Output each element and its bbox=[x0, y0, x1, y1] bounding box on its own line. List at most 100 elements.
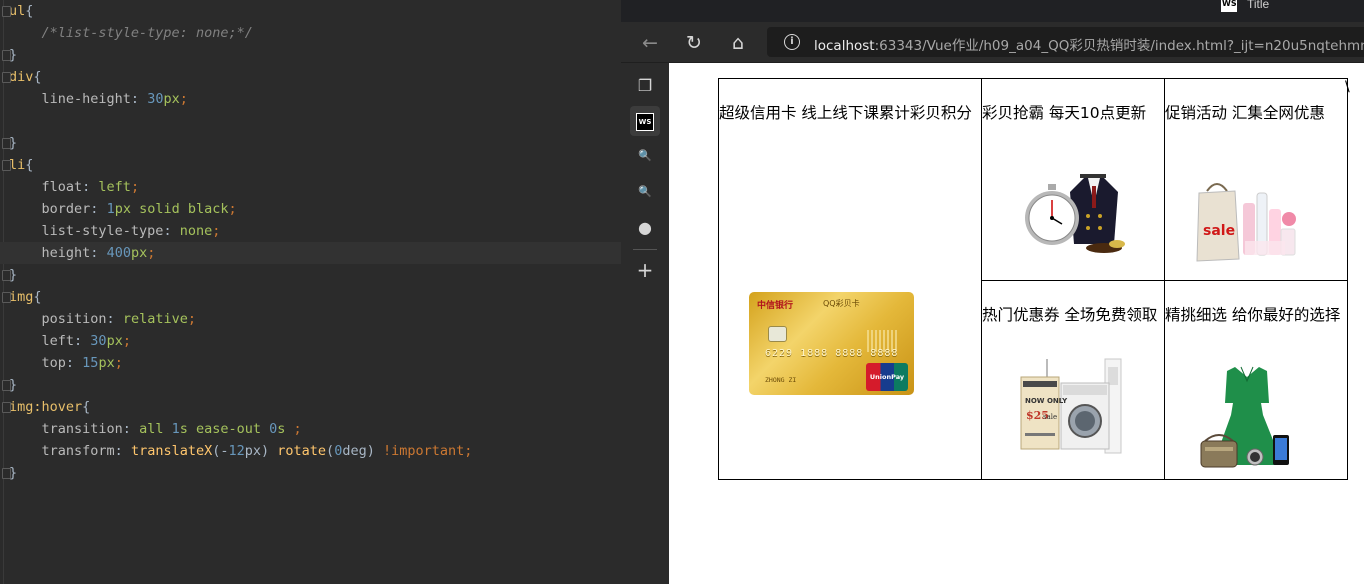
promo-cell-coupons[interactable]: 热门优惠券 全场免费领取 NOW ONLY $25 sale bbox=[981, 280, 1165, 480]
code-token: { bbox=[25, 3, 34, 19]
webstorm-sidebar-button[interactable]: WS bbox=[630, 106, 660, 136]
code-token: : bbox=[82, 179, 99, 195]
code-token: /*list-style-type: none;*/ bbox=[41, 25, 253, 41]
promo-cell-selection[interactable]: 精挑细选 给你最好的选择 bbox=[1164, 280, 1348, 480]
code-token: list-style-type bbox=[41, 223, 164, 239]
fold-marker-icon[interactable] bbox=[2, 292, 11, 303]
fold-marker-icon[interactable] bbox=[2, 6, 11, 17]
fold-marker-icon[interactable] bbox=[2, 402, 11, 413]
code-line[interactable]: /*list-style-type: none;*/ bbox=[9, 22, 253, 44]
sidebar-divider bbox=[633, 249, 657, 250]
code-token: float bbox=[41, 179, 83, 195]
code-token: : bbox=[65, 355, 83, 371]
promo-caption: 精挑细选 给你最好的选择 bbox=[1165, 306, 1341, 324]
code-line[interactable]: float: left; bbox=[9, 176, 140, 198]
search-icon[interactable]: 🔍 bbox=[630, 141, 660, 171]
code-token: div bbox=[9, 69, 34, 85]
promo-cell-promotions[interactable]: 促销活动 汇集全网优惠 sale bbox=[1164, 78, 1348, 281]
code-token: { bbox=[33, 289, 42, 305]
code-line[interactable]: div{ bbox=[9, 66, 42, 88]
code-token: li bbox=[9, 157, 26, 173]
code-token: none bbox=[179, 223, 213, 239]
url-path: :63343/Vue作业/h09_a04_QQ彩贝热销时装/index.html… bbox=[874, 38, 1364, 54]
fold-marker-icon[interactable] bbox=[2, 72, 11, 83]
back-arrow-icon[interactable]: ← bbox=[637, 30, 663, 56]
code-token: transform bbox=[41, 443, 115, 459]
code-token: 400 bbox=[106, 245, 131, 261]
code-token: line-height bbox=[41, 91, 131, 107]
page-viewport: 超级信用卡 线上线下课累计彩贝积分 中信银行 QQ彩贝卡 6229 1888 8… bbox=[669, 63, 1364, 584]
code-line[interactable]: top: 15px; bbox=[9, 352, 123, 374]
code-token: : bbox=[130, 91, 148, 107]
url-text[interactable]: localhost:63343/Vue作业/h09_a04_QQ彩贝热销时装/i… bbox=[814, 34, 1364, 54]
code-editor[interactable]: ul{ /*list-style-type: none;*/} div{ line… bbox=[0, 0, 621, 584]
search-alt-icon[interactable]: 🔍 bbox=[630, 177, 660, 207]
code-line[interactable]: ul{ bbox=[9, 0, 33, 22]
code-line[interactable]: left: 30px; bbox=[9, 330, 131, 352]
fold-marker-icon[interactable] bbox=[2, 138, 11, 149]
code-token: : bbox=[90, 201, 107, 217]
code-token: height bbox=[41, 245, 91, 261]
credit-card-image[interactable]: 中信银行 QQ彩贝卡 6229 1888 8888 8888 ZHONG ZI … bbox=[749, 292, 914, 409]
address-bar[interactable]: i localhost:63343/Vue作业/h09_a04_QQ彩贝热销时装… bbox=[767, 27, 1364, 57]
code-token: { bbox=[82, 399, 91, 415]
fold-marker-icon[interactable] bbox=[2, 380, 11, 391]
code-token: ; bbox=[464, 443, 473, 459]
code-line[interactable]: li{ bbox=[9, 154, 33, 176]
code-token: : bbox=[106, 311, 123, 327]
code-token: 30 bbox=[147, 91, 164, 107]
code-token: !important bbox=[382, 443, 465, 459]
code-token: relative bbox=[122, 311, 188, 327]
code-token: ; bbox=[114, 355, 123, 371]
home-icon[interactable]: ⌂ bbox=[725, 30, 751, 56]
tabs-icon[interactable]: ❐ bbox=[630, 71, 660, 101]
fold-marker-icon[interactable] bbox=[2, 270, 11, 281]
code-token: : bbox=[90, 245, 107, 261]
code-line[interactable]: line-height: 30px; bbox=[9, 88, 188, 110]
fold-marker-icon[interactable] bbox=[2, 160, 11, 171]
code-line[interactable]: position: relative; bbox=[9, 308, 196, 330]
github-icon[interactable]: ● bbox=[630, 213, 660, 243]
promo-caption: 热门优惠券 全场免费领取 bbox=[982, 306, 1158, 324]
url-host: localhost bbox=[814, 38, 875, 54]
svg-text:sale: sale bbox=[1203, 223, 1235, 239]
appliances-image[interactable]: NOW ONLY $25 sale bbox=[1017, 357, 1127, 457]
sale-bag-cosmetics-image[interactable]: sale bbox=[1195, 179, 1305, 264]
stopwatch-suit-image[interactable] bbox=[1022, 174, 1132, 259]
code-line[interactable]: transition: all 1s ease-out 0s ; bbox=[9, 418, 302, 440]
fold-marker-icon[interactable] bbox=[2, 468, 11, 479]
code-token: px bbox=[163, 91, 180, 107]
code-line[interactable]: height: 400px; bbox=[0, 242, 621, 264]
code-token: ; bbox=[187, 311, 196, 327]
code-token: 12 bbox=[228, 443, 245, 459]
add-icon[interactable]: + bbox=[630, 255, 660, 285]
svg-text:NOW ONLY: NOW ONLY bbox=[1025, 397, 1068, 405]
green-dress-image[interactable] bbox=[1195, 363, 1295, 473]
fold-marker-icon[interactable] bbox=[2, 50, 11, 61]
info-icon[interactable]: i bbox=[784, 34, 800, 50]
reload-icon[interactable]: ↻ bbox=[681, 30, 707, 56]
code-line[interactable]: img:hover{ bbox=[9, 396, 90, 418]
code-token: px bbox=[130, 245, 148, 261]
code-line[interactable]: img{ bbox=[9, 286, 42, 308]
card-number: 6229 1888 8888 8888 bbox=[765, 348, 899, 359]
code-line[interactable]: border: 1px solid black; bbox=[9, 198, 237, 220]
code-token: ; bbox=[293, 421, 302, 437]
code-token: left bbox=[41, 333, 75, 349]
code-line[interactable]: list-style-type: none; bbox=[9, 220, 221, 242]
window-title: Title bbox=[1247, 0, 1270, 11]
card-bank-name: 中信银行 bbox=[757, 301, 794, 311]
code-token: rotate bbox=[277, 443, 327, 459]
promo-cell-credit-card[interactable]: 超级信用卡 线上线下课累计彩贝积分 中信银行 QQ彩贝卡 6229 1888 8… bbox=[718, 78, 982, 480]
title-bar: Title bbox=[621, 0, 1364, 22]
code-token: left bbox=[98, 179, 131, 195]
unionpay-logo: UnionPay 银联 bbox=[866, 363, 908, 409]
stray-character: \ bbox=[1345, 79, 1350, 95]
promo-cell-flash-sale[interactable]: 彩贝抢霸 每天10点更新 bbox=[981, 78, 1165, 281]
code-line[interactable]: transform: translateX(-12px) rotate(0deg… bbox=[9, 440, 473, 462]
